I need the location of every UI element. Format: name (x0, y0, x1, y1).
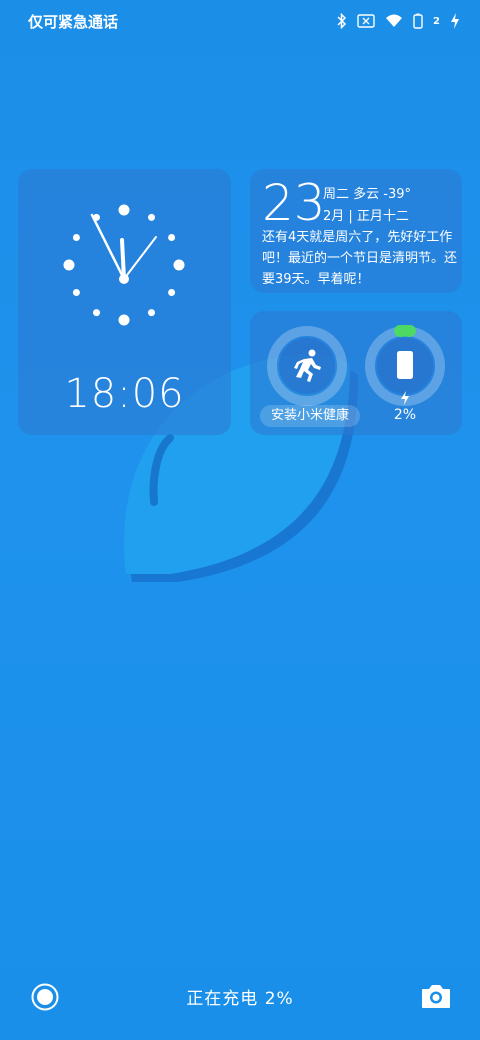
install-health-button[interactable]: 安装小米健康 (260, 405, 360, 427)
carrier-label: 仅可紧急通话 (28, 13, 119, 31)
charging-status: 正在充电 2% (186, 989, 294, 1009)
status-icons: 2 (337, 10, 460, 32)
charging-bolt-icon (401, 391, 409, 405)
weekday-weather: 周二 多云 -39° (323, 187, 411, 202)
analog-clock (63, 204, 185, 326)
second-hand (123, 236, 157, 280)
battery-icon (413, 13, 423, 29)
no-sim-icon (357, 14, 375, 28)
camera-icon[interactable] (420, 982, 452, 1010)
date-weather-widget[interactable]: 23 周二 多云 -39° 2月 | 正月十二 还有4天就是周六了，先好好工作吧… (250, 169, 462, 293)
holiday-reminder: 还有4天就是周六了，先好好工作吧！最近的一个节日是清明节。还要39天。早着呢！ (262, 230, 458, 287)
battery-percent: 2% (393, 407, 417, 423)
lunar-date: 2月 | 正月十二 (323, 209, 409, 224)
minute-hand (90, 213, 126, 281)
charging-icon (451, 13, 459, 29)
health-ring[interactable] (266, 325, 348, 407)
bluetooth-icon (337, 13, 347, 29)
health-battery-widget[interactable]: 安装小米健康 2% (250, 311, 462, 435)
clock-widget[interactable]: 18:06 (18, 169, 231, 435)
wifi-icon (386, 14, 403, 27)
day-number: 23 (262, 174, 326, 232)
lockscreen-bottom-bar: 正在充电 2% (0, 970, 480, 1020)
notification-count: 2 (433, 15, 440, 27)
digital-time: 18:06 (64, 371, 185, 417)
phone-icon (397, 351, 413, 379)
status-bar: 仅可紧急通话 2 (0, 0, 480, 42)
